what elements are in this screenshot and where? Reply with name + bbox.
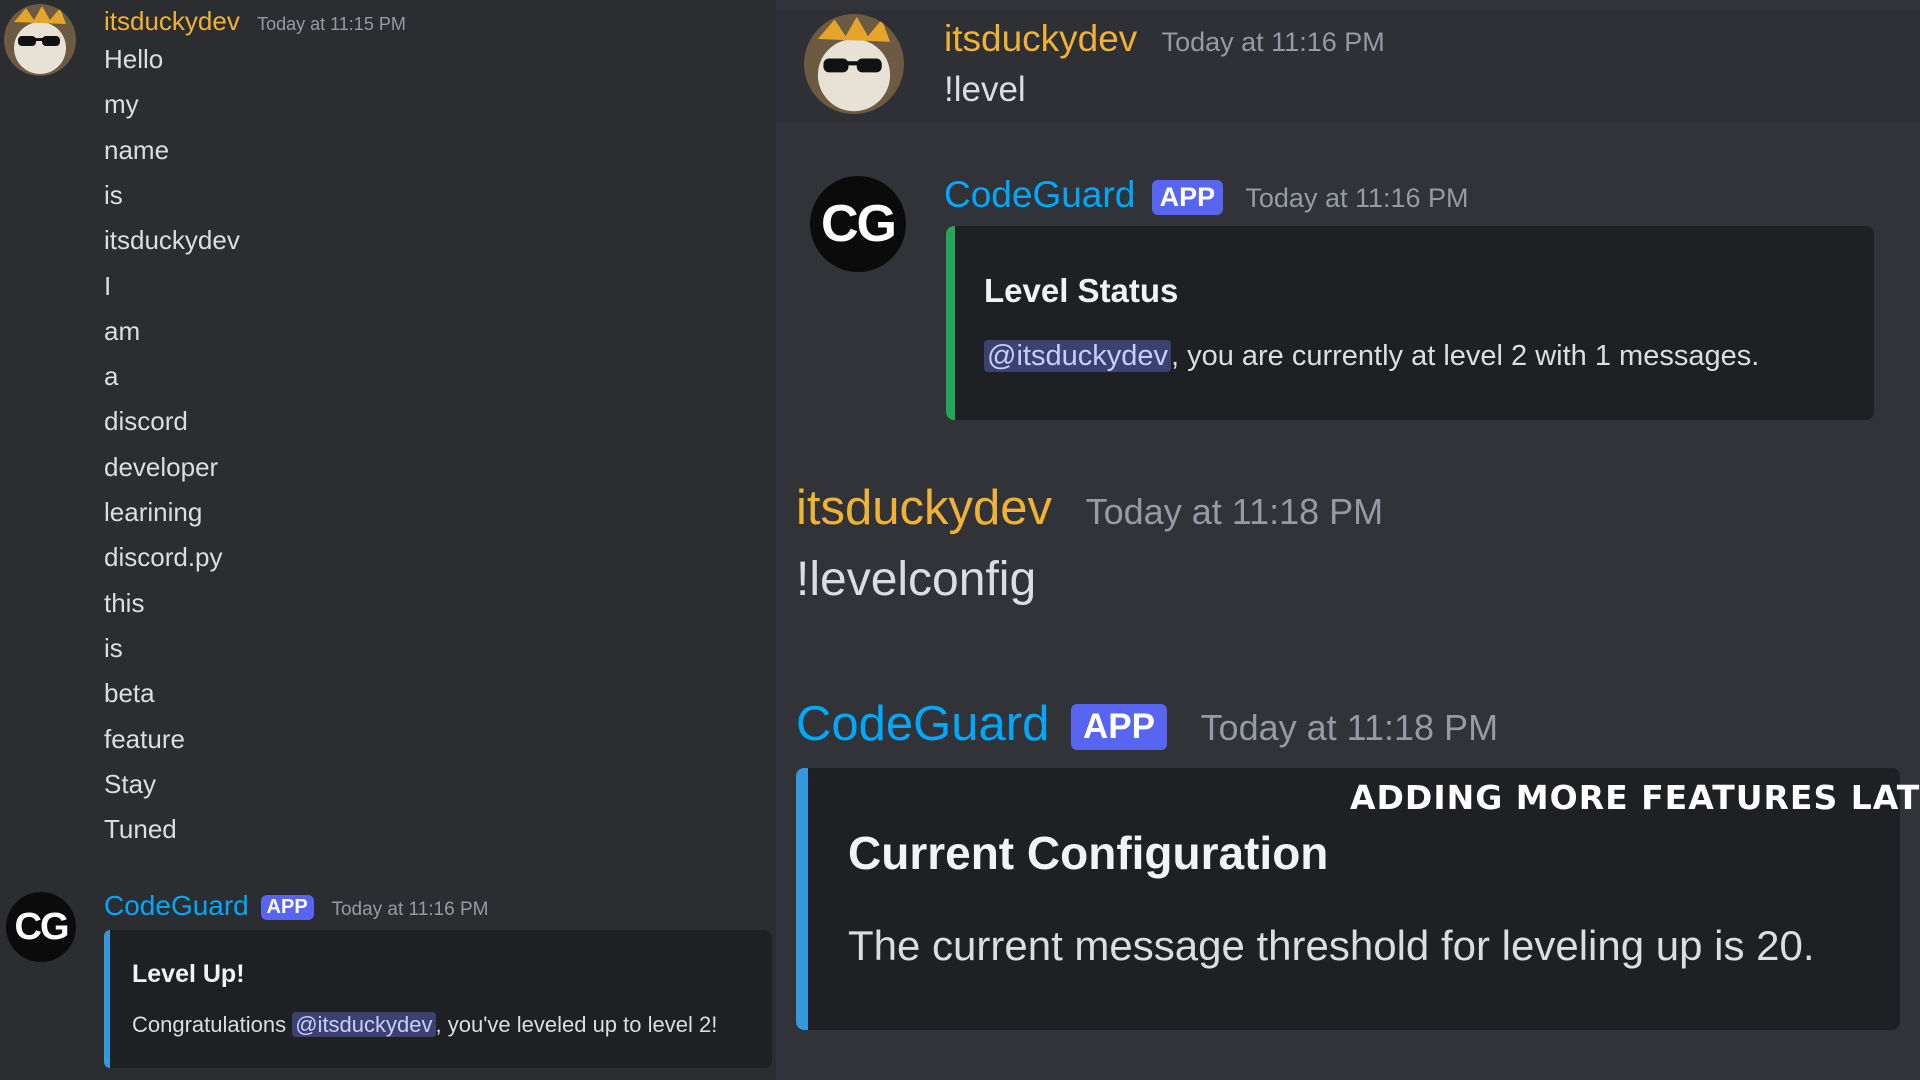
level-up-embed: Level Up! Congratulations @itsduckydev, … [104, 930, 772, 1068]
message-line: am [104, 315, 141, 346]
message-line: a [104, 361, 119, 392]
timestamp: Today at 11:18 PM [1085, 491, 1384, 532]
left-panel: itsduckydev Today at 11:15 PM Hello my nam… [0, 0, 776, 1080]
message-content: !levelconfig [796, 553, 1037, 606]
app-badge: APP [260, 895, 314, 921]
app-badge: APP [1070, 704, 1167, 751]
message-line: this [104, 587, 145, 618]
cg-logo: CG [821, 195, 897, 253]
duck-avatar-icon [804, 14, 904, 114]
embed-description: @itsduckydev, you are currently at level… [984, 340, 1759, 373]
embed-description: Congratulations @itsduckydev, you've lev… [132, 1012, 718, 1037]
message-line: discord.py [104, 542, 223, 573]
overlay-caption: ADDING MORE FEATURES LATER [1350, 778, 1920, 817]
message-line: name [104, 134, 170, 165]
message-line: Hello [104, 44, 164, 74]
embed-description: The current message threshold for leveli… [848, 922, 1815, 969]
timestamp: Today at 11:15 PM [257, 14, 406, 34]
codeguard-avatar[interactable]: CG [6, 892, 76, 962]
message-content: !level [944, 70, 1026, 109]
embed-accent-bar [796, 768, 808, 1030]
app-badge: APP [1151, 179, 1224, 215]
message-line: developer [104, 451, 219, 482]
embed-accent-bar [104, 930, 110, 1068]
username[interactable]: CodeGuard [944, 174, 1135, 215]
message-line: discord [104, 406, 188, 437]
message-line: itsduckydev [104, 225, 240, 256]
message-line: feature [104, 723, 185, 754]
username[interactable]: CodeGuard [796, 697, 1049, 751]
timestamp: Today at 11:16 PM [1245, 183, 1469, 213]
message-line: my [104, 89, 139, 120]
message-line: Stay [104, 768, 157, 799]
duck-avatar[interactable] [4, 4, 76, 76]
embed-title: Level Up! [132, 960, 245, 988]
message-line: I [104, 270, 112, 301]
codeguard-avatar[interactable]: CG [810, 176, 906, 272]
message-line: is [104, 632, 123, 663]
message-line: learining [104, 497, 203, 527]
cg-logo: CG [14, 906, 70, 948]
message-line: is [104, 179, 123, 210]
message-line: Tuned [104, 814, 177, 845]
timestamp: Today at 11:16 PM [1161, 27, 1385, 57]
embed-title: Current Configuration [848, 827, 1329, 879]
user-mention[interactable]: @itsduckydev [984, 340, 1171, 372]
username[interactable]: itsduckydev [104, 6, 240, 36]
embed-accent-bar [946, 226, 955, 420]
username[interactable]: itsduckydev [796, 481, 1052, 535]
username[interactable]: CodeGuard [104, 890, 249, 921]
level-status-embed: Level Status @itsduckydev, you are curre… [946, 226, 1874, 420]
timestamp: Today at 11:18 PM [1200, 707, 1499, 748]
message-line: beta [104, 678, 155, 709]
timestamp: Today at 11:16 PM [331, 899, 489, 920]
right-panel: itsduckydev Today at 11:16 PM !level CG … [776, 0, 1920, 1080]
duck-avatar-icon [4, 4, 76, 76]
embed-title: Level Status [984, 272, 1179, 309]
username[interactable]: itsduckydev [944, 18, 1137, 59]
duck-avatar[interactable] [804, 14, 904, 114]
user-mention[interactable]: @itsduckydev [292, 1012, 436, 1037]
